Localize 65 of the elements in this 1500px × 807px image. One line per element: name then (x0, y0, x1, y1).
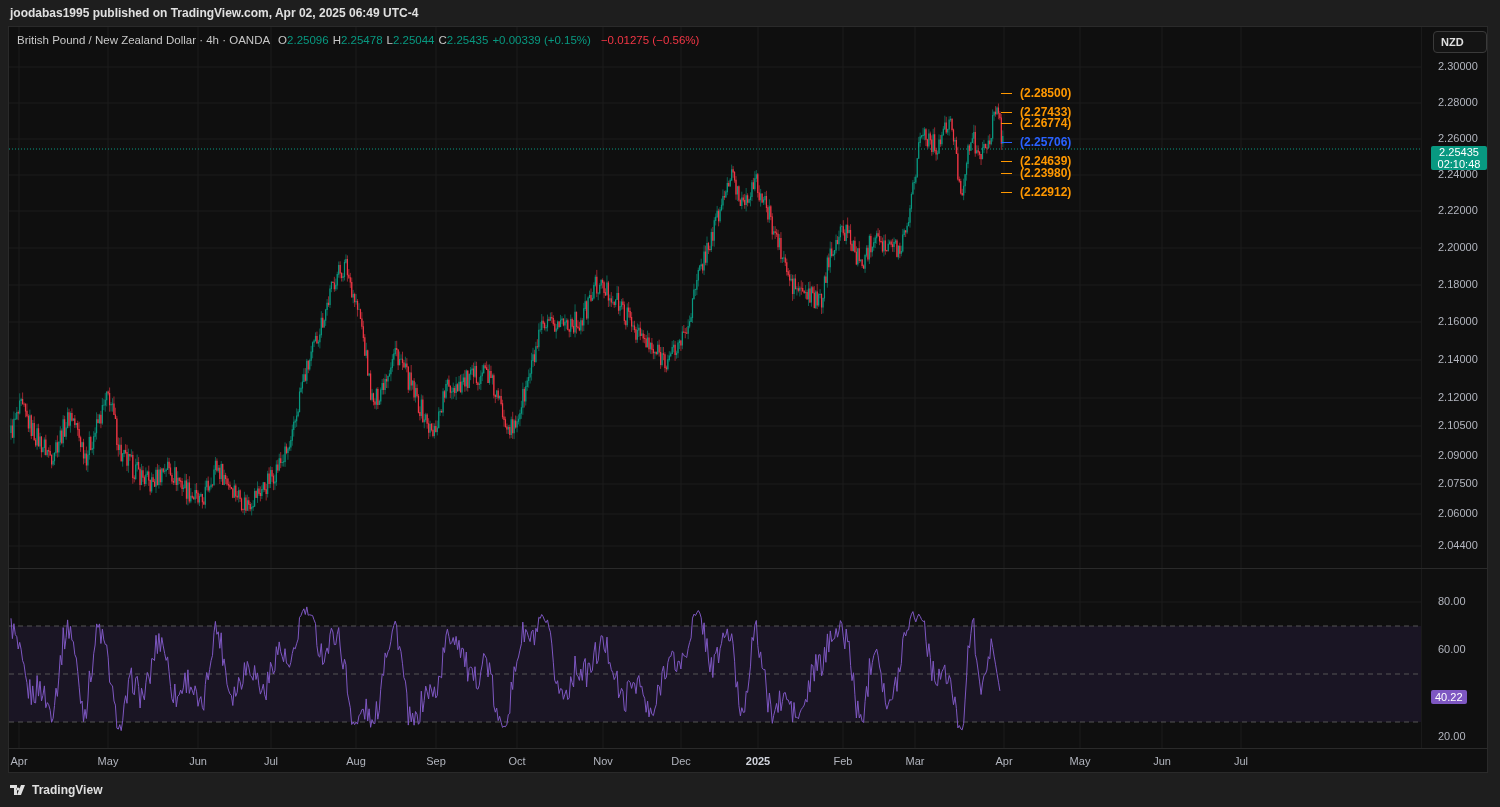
price-level-label: (2.22912) (1020, 185, 1072, 199)
time-tick: Sep (426, 755, 446, 767)
price-tick: 2.12000 (1438, 391, 1478, 403)
current-price: 2.25435 (1438, 146, 1480, 158)
price-tick: 2.14000 (1438, 353, 1478, 365)
rsi-tick: 60.00 (1438, 643, 1466, 655)
price-change: −0.01275 (−0.56%) (600, 34, 700, 46)
brand-name: TradingView (32, 783, 103, 797)
time-tick: Nov (593, 755, 613, 767)
time-tick: Oct (508, 755, 526, 767)
price-level-label: (2.27433) (1020, 105, 1072, 119)
time-tick: Apr (995, 755, 1013, 767)
price-change: +0.00339 (+0.15%) (492, 34, 591, 46)
price-tick: 2.18000 (1438, 278, 1478, 290)
rsi-tick: 20.00 (1438, 730, 1466, 742)
time-tick: Jul (263, 755, 279, 767)
publisher-caption: joodabas1995 published on TradingView.com, Apr 02, 2025 06:49 UTC-4 (10, 6, 419, 20)
time-tick: Dec (671, 755, 691, 767)
logo-icon (10, 785, 28, 795)
price-level-line (1000, 123, 1013, 124)
price-level-line (1000, 142, 1013, 143)
time-tick: Mar (905, 755, 925, 767)
time-tick: Aug (346, 755, 366, 767)
time-tick: 2025 (745, 755, 771, 767)
price-tick: 2.26000 (1438, 132, 1478, 144)
bar-countdown: 02:10:48 (1436, 158, 1482, 170)
currency-button[interactable]: NZD (1433, 31, 1487, 53)
price-level-label: (2.25706) (1020, 135, 1072, 149)
price-tick: 2.30000 (1438, 60, 1478, 72)
price-tick: 2.06000 (1438, 507, 1478, 519)
ohlc-label: H (332, 34, 341, 46)
price-level-label: (2.24639) (1020, 154, 1072, 168)
time-tick: May (97, 755, 119, 767)
ohlc-label: O (278, 34, 288, 46)
ohlc-label: L (386, 34, 393, 46)
price-level-line (1000, 173, 1013, 174)
price-level-line (1000, 93, 1013, 94)
price-tick: 2.22000 (1438, 204, 1478, 216)
price-level-line (1000, 192, 1013, 193)
ohlc-value: 2.25435 (446, 34, 489, 46)
rsi-value-tag: 40.22 (1431, 690, 1467, 704)
ohlc-value: 2.25044 (392, 34, 435, 46)
price-level-line (1000, 161, 1013, 162)
price-level-label: (2.28500) (1020, 86, 1072, 100)
price-tick: 2.04400 (1438, 539, 1478, 551)
time-tick: Apr (10, 755, 28, 767)
price-tick: 2.09000 (1438, 449, 1478, 461)
price-tick: 2.20000 (1438, 241, 1478, 253)
price-tick: 2.24000 (1438, 168, 1478, 180)
price-tick: 2.16000 (1438, 315, 1478, 327)
price-tick: 2.10500 (1438, 419, 1478, 431)
price-tick: 2.07500 (1438, 477, 1478, 489)
ohlc-label: C (438, 34, 447, 46)
time-tick: Jun (189, 755, 207, 767)
price-level-line (1000, 112, 1013, 113)
time-tick: Feb (833, 755, 853, 767)
ohlc-value: 2.25478 (340, 34, 383, 46)
time-tick: May (1069, 755, 1091, 767)
ohlc-value: 2.25096 (287, 34, 329, 46)
price-tick: 2.28000 (1438, 96, 1478, 108)
rsi-tick: 80.00 (1438, 595, 1466, 607)
price-level-label: (2.23980) (1020, 166, 1072, 180)
time-tick: Jul (1233, 755, 1249, 767)
symbol-title: British Pound / New Zealand Dollar · 4h · OANDA (17, 34, 271, 46)
time-tick: Jun (1153, 755, 1171, 767)
